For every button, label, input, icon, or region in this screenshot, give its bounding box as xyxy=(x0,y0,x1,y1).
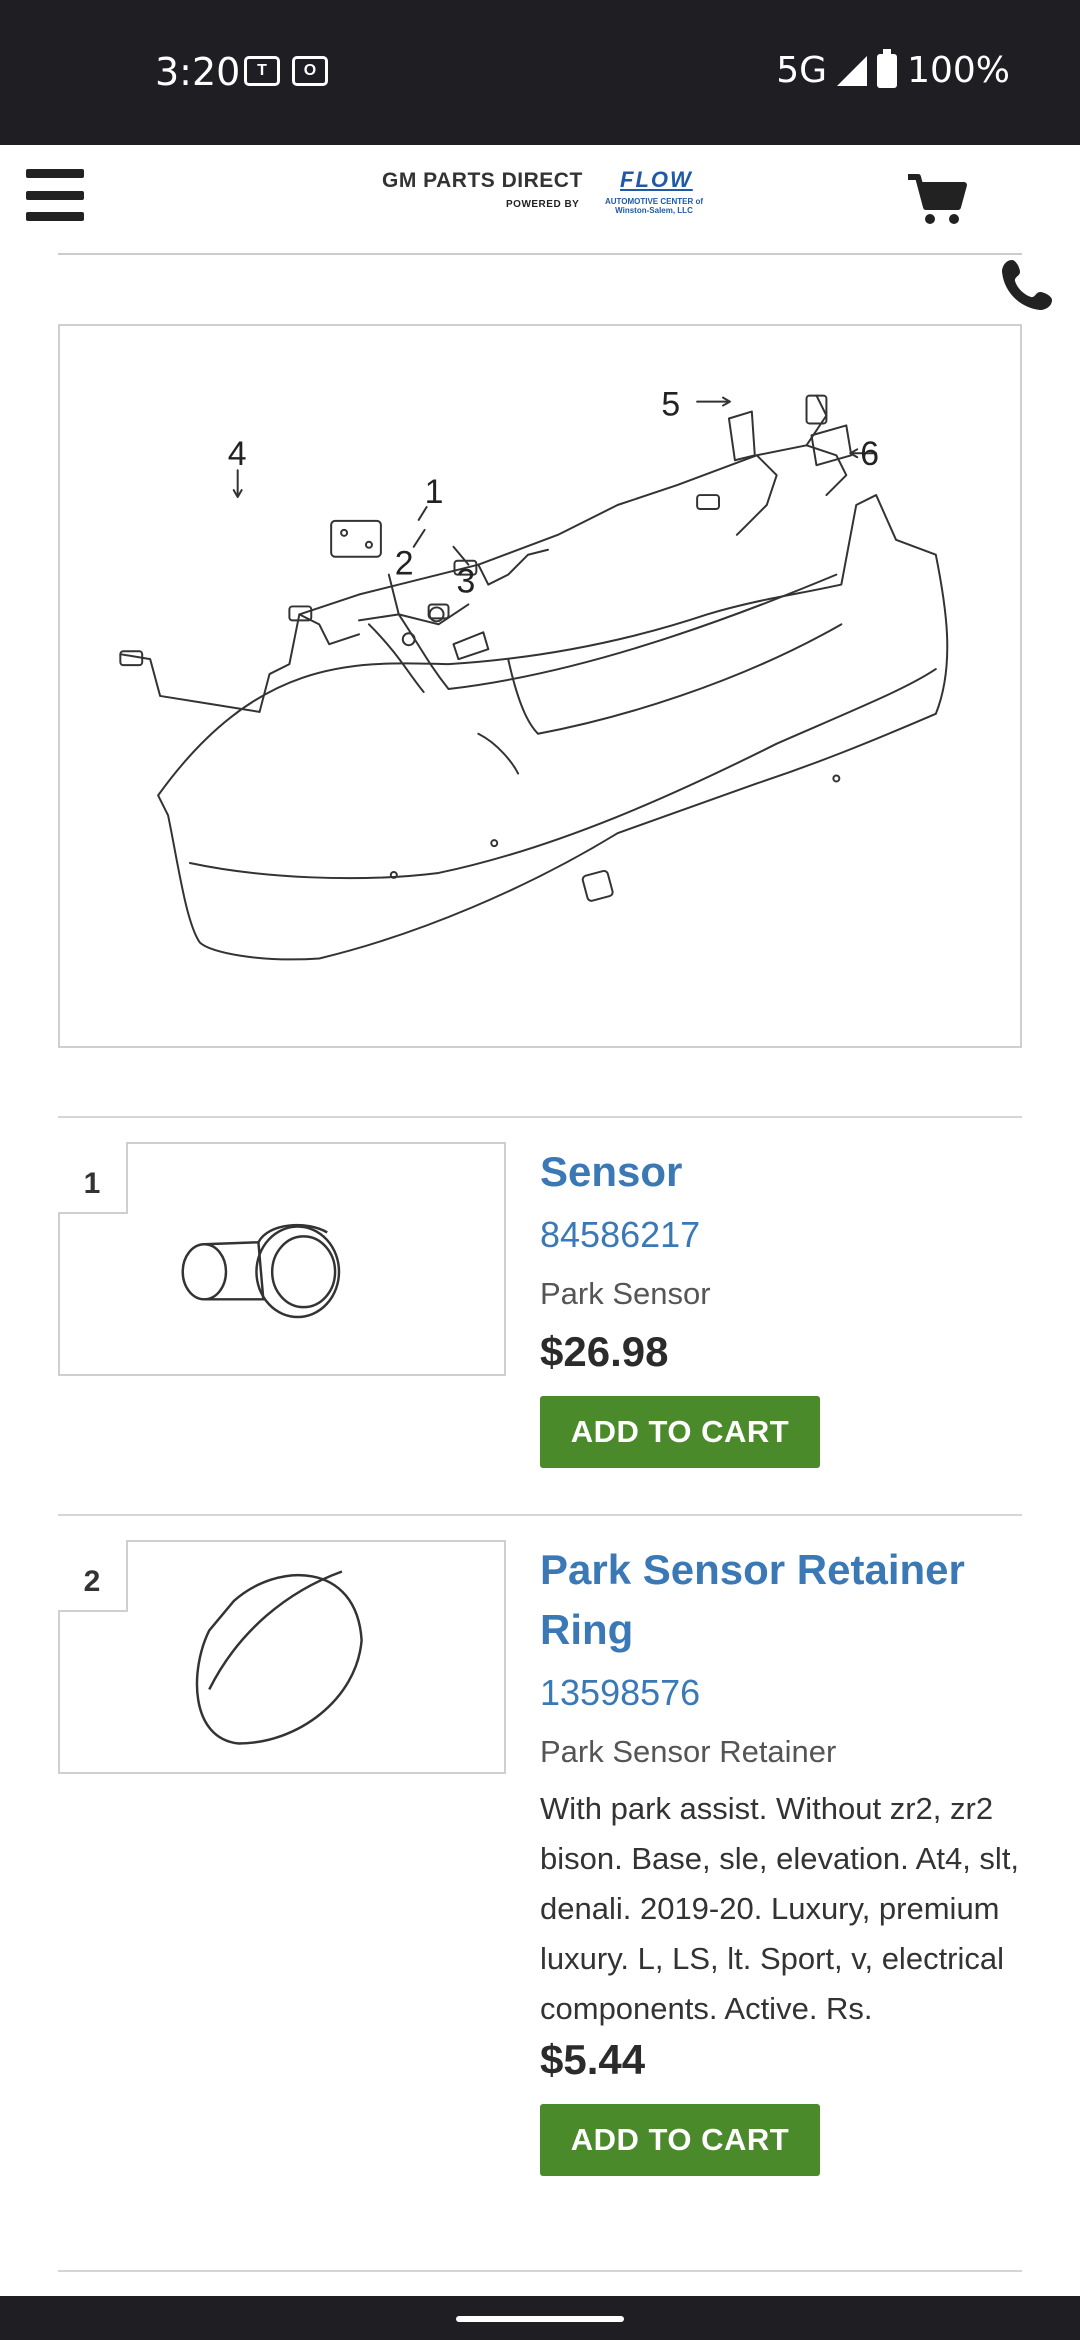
hamburger-menu-icon[interactable] xyxy=(26,169,84,221)
diagram-drawing: 1 2 3 4 5 6 xyxy=(119,386,949,961)
status-time: 3:20 xyxy=(155,50,241,94)
part-2-description: Park Sensor Retainer xyxy=(540,1734,837,1769)
part-1-add-to-cart-button[interactable]: ADD TO CART xyxy=(540,1396,820,1468)
part-divider xyxy=(58,2270,1022,2272)
callout-5: 5 xyxy=(661,386,680,424)
signal-icon xyxy=(837,55,868,86)
part-2-info: Park Sensor Retainer Ring 13598576 Park … xyxy=(540,1540,1020,2176)
part-2-number-link[interactable]: 13598576 xyxy=(540,1668,1020,1718)
part-1-price: $26.98 xyxy=(540,1328,669,1375)
phone-icon[interactable] xyxy=(998,256,1056,314)
part-2-price: $5.44 xyxy=(540,2036,646,2083)
part-2-name-link[interactable]: Park Sensor Retainer Ring xyxy=(540,1540,1020,1660)
system-nav-bar xyxy=(0,2296,1080,2340)
home-gesture-bar[interactable] xyxy=(456,2316,624,2322)
battery-icon xyxy=(877,48,898,88)
logo-main-text: GM PARTS DIRECT xyxy=(382,169,583,192)
part-1-number-link[interactable]: 84586217 xyxy=(540,1210,1020,1260)
part-1-index: 1 xyxy=(58,1142,128,1214)
part-1-description: Park Sensor xyxy=(540,1276,711,1311)
callout-1: 1 xyxy=(425,473,444,511)
part-2-index: 2 xyxy=(58,1540,128,1612)
callout-4: 4 xyxy=(228,435,247,473)
part-divider xyxy=(58,1116,1022,1118)
part-2-notes: With park assist. Without zr2, zr2 bison… xyxy=(540,1791,1020,2026)
callout-6: 6 xyxy=(860,435,879,473)
logo-powered-text: POWERED BY xyxy=(506,199,580,210)
outlook-icon: O xyxy=(292,56,328,86)
part-1-thumbnail[interactable]: 1 xyxy=(58,1142,506,1376)
part-1-name-link[interactable]: Sensor xyxy=(540,1142,1020,1202)
logo-flow-subtext: AUTOMOTIVE CENTER of Winston-Salem, LLC xyxy=(604,197,704,215)
site-logo[interactable]: GM PARTS DIRECT POWERED BY FLOW AUTOMOTI… xyxy=(382,167,704,219)
status-bar: 3:20 T O 5G 100% xyxy=(0,0,1080,145)
header-divider xyxy=(58,253,1022,255)
logo-flow-text: FLOW xyxy=(620,167,693,192)
callout-3: 3 xyxy=(456,563,475,601)
parts-diagram[interactable]: 1 2 3 4 5 6 xyxy=(58,324,1022,1048)
callout-2: 2 xyxy=(395,545,414,583)
part-divider xyxy=(58,1514,1022,1516)
site-header: GM PARTS DIRECT POWERED BY FLOW AUTOMOTI… xyxy=(0,145,1080,255)
network-label: 5G xyxy=(776,50,828,91)
part-1-info: Sensor 84586217 Park Sensor $26.98 ADD T… xyxy=(540,1142,1020,1468)
teams-icon: T xyxy=(244,56,280,86)
part-2-thumbnail[interactable]: 2 xyxy=(58,1540,506,1774)
cart-icon[interactable] xyxy=(906,171,968,227)
battery-label: 100% xyxy=(907,50,1010,91)
part-2-add-to-cart-button[interactable]: ADD TO CART xyxy=(540,2104,820,2176)
